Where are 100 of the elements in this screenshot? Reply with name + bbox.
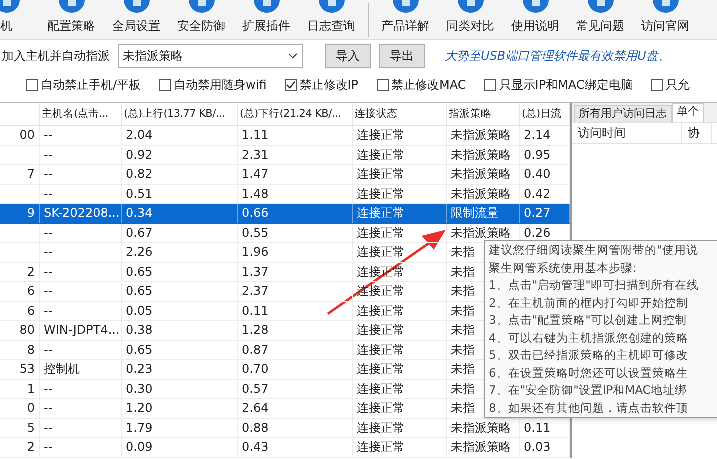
table-row[interactable]: 7 -- 0.82 1.47 连接正常 未指派策略 0.40 (0, 165, 570, 184)
table-cell: 2 (0, 438, 40, 456)
table-cell: -- (40, 126, 122, 144)
toolbar-button[interactable]: 配置策略 (39, 0, 104, 40)
table-cell: 0.87 (238, 340, 353, 359)
policy-dropdown[interactable]: 未指派策略 (118, 44, 303, 68)
table-cell: 连接正常 (353, 321, 447, 340)
table-cell: 0.57 (238, 380, 353, 398)
table-cell: 0.67 (122, 224, 238, 242)
log-tab[interactable]: 所有用户访问日志 (574, 105, 672, 122)
option-checkbox[interactable]: 只允 (650, 76, 690, 94)
toolbar-button[interactable]: 扩展插件 (234, 0, 299, 40)
table-cell: 2.37 (238, 282, 353, 300)
table-cell: 未指派策略 (447, 165, 520, 184)
table-cell: 2.26 (122, 243, 238, 262)
table-cell: -- (40, 165, 122, 184)
table-cell: 1.20 (122, 399, 238, 418)
table-cell: 0.42 (520, 184, 570, 203)
table-cell: -- (40, 418, 122, 437)
table-cell: 0.23 (122, 360, 238, 378)
column-header[interactable]: 主机名(点击... (40, 103, 122, 126)
column-header[interactable]: 指派策略 (447, 103, 520, 126)
toolbar-button[interactable]: 日志查询 (299, 0, 364, 40)
toolbar-button[interactable]: 产品详解 (373, 0, 438, 40)
table-cell: 0.70 (238, 360, 353, 378)
table-cell: 2.31 (238, 146, 353, 164)
table-cell: 0.92 (122, 146, 238, 164)
toolbar-button[interactable]: 使用说明 (503, 0, 568, 40)
column-header[interactable]: 协 (682, 123, 712, 143)
table-cell: SK-202208... (40, 204, 122, 222)
option-checkbox[interactable]: 禁止修改MAC (376, 76, 466, 94)
table-cell: 连接正常 (353, 146, 447, 164)
toolbar-action-button[interactable]: 导入 (325, 44, 371, 68)
table-cell: 7 (0, 165, 40, 184)
table-cell: 9 (0, 204, 40, 222)
table-cell: 2.64 (238, 399, 353, 418)
table-cell: 限制流量 (447, 204, 520, 222)
table-cell: 0.38 (122, 321, 238, 340)
toolbar-button[interactable]: 同类对比 (438, 0, 503, 40)
table-cell: 控制机 (40, 360, 122, 378)
table-cell: 00 (0, 126, 40, 144)
table-cell: 2.04 (122, 126, 238, 144)
table-cell: 0.95 (520, 146, 570, 164)
column-header[interactable]: (总)上行(13.77 KB/... (122, 103, 238, 126)
column-header[interactable]: (总)日流 (520, 103, 570, 126)
table-cell: 连接正常 (353, 360, 447, 378)
table-cell: 1.47 (238, 165, 353, 184)
table-cell: 0.03 (520, 438, 570, 456)
option-checkbox[interactable]: 自动禁用随身wifi (159, 76, 267, 94)
table-cell: 连接正常 (353, 126, 447, 144)
table-cell: 0.40 (520, 165, 570, 184)
table-cell: 1.48 (238, 184, 353, 203)
table-cell: 5 (0, 418, 40, 437)
table-cell: 0.43 (238, 438, 353, 456)
option-checkbox[interactable]: 只显示IP和MAC绑定电脑 (484, 76, 633, 94)
table-cell: 连接正常 (353, 438, 447, 456)
table-row[interactable]: 00 -- 2.04 1.11 连接正常 未指派策略 2.14 (0, 126, 570, 146)
table-cell: 0.65 (122, 282, 238, 300)
table-cell: 0.51 (122, 184, 238, 203)
table-cell: -- (40, 243, 122, 262)
table-cell: 连接正常 (353, 243, 447, 262)
option-checkbox[interactable]: 自动禁止手机/平板 (26, 76, 142, 94)
toolbar-action-button[interactable]: 导出 (379, 44, 425, 68)
table-row[interactable]: 5 -- 1.79 0.88 连接正常 未指派策略 0.11 (0, 418, 570, 438)
table-row[interactable]: -- 0.92 2.31 连接正常 未指派策略 0.95 (0, 146, 570, 165)
table-cell: 2 (0, 262, 40, 281)
toolbar-button[interactable]: 常见问题 (568, 0, 633, 40)
table-cell: 连接正常 (353, 224, 447, 242)
table-cell: 6 (0, 302, 40, 320)
table-cell: WIN-JDPT4... (40, 321, 122, 340)
table-row[interactable]: 9 SK-202208... 0.34 0.66 连接正常 限制流量 0.27 (0, 204, 570, 224)
column-header[interactable]: 连接状态 (353, 103, 447, 126)
toolbar-button[interactable]: 机 (0, 0, 39, 40)
table-cell: 0.65 (122, 340, 238, 359)
table-cell: 8 (0, 340, 40, 359)
table-cell: 0.66 (238, 204, 353, 222)
table-cell: 连接正常 (353, 399, 447, 418)
table-cell: 0.88 (238, 418, 353, 437)
table-cell: 6 (0, 282, 40, 300)
table-cell: 0.30 (122, 380, 238, 398)
table-cell: 未指派策略 (447, 184, 520, 203)
table-cell: -- (40, 380, 122, 398)
table-cell: -- (40, 438, 122, 456)
column-header[interactable]: (总)下行(21.24 KB/... (238, 103, 353, 126)
toolbar-button[interactable]: 全局设置 (104, 0, 169, 40)
table-cell: 未指派策略 (447, 126, 520, 144)
log-tab[interactable]: 单个 (672, 103, 704, 122)
table-cell: 2.14 (520, 126, 570, 144)
table-cell: 0.34 (122, 204, 238, 222)
toolbar-button[interactable]: 访问官网 (633, 0, 698, 40)
table-cell: 连接正常 (353, 204, 447, 222)
toolbar-button[interactable]: 安全防御 (169, 0, 234, 40)
table-cell: 1.79 (122, 418, 238, 437)
table-cell: -- (40, 302, 122, 320)
table-cell: -- (40, 184, 122, 203)
table-cell: -- (40, 340, 122, 359)
column-header[interactable]: 访问时间 (572, 123, 682, 143)
table-cell: 0.82 (122, 165, 238, 184)
option-checkbox[interactable]: 禁止修改IP (284, 76, 359, 94)
table-row[interactable]: 2 -- 0.09 0.43 连接正常 未指派策略 0.03 (0, 438, 570, 458)
